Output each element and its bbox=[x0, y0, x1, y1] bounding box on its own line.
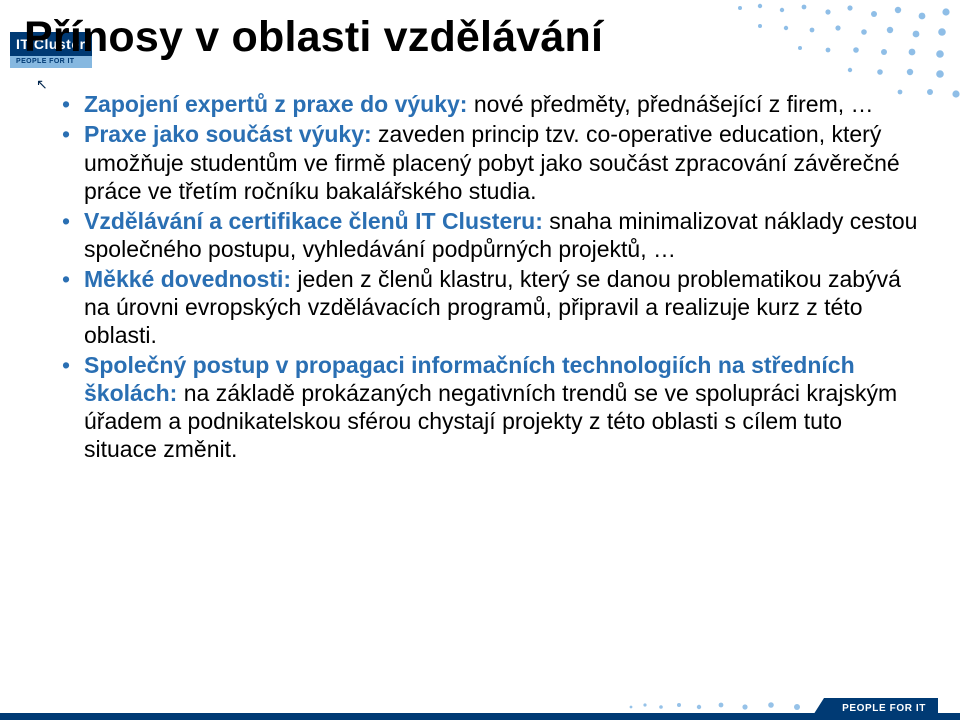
bullet-rest: na základě prokázaných negativních trend… bbox=[84, 380, 897, 462]
bullet-item: Vzdělávání a certifikace členů IT Cluste… bbox=[62, 207, 920, 263]
bullet-list: Zapojení expertů z praxe do výuky: nové … bbox=[62, 90, 920, 463]
bullet-lead: Zapojení expertů z praxe do výuky: bbox=[84, 91, 467, 117]
slide-title: Přínosy v oblasti vzdělávání bbox=[24, 14, 930, 60]
bullet-item: Měkké dovednosti: jeden z členů klastru,… bbox=[62, 265, 920, 349]
decor-dots-footer bbox=[625, 693, 805, 713]
bullet-item: Zapojení expertů z praxe do výuky: nové … bbox=[62, 90, 920, 118]
bullet-lead: Vzdělávání a certifikace členů IT Cluste… bbox=[84, 208, 543, 234]
bullet-lead: Praxe jako součást výuky: bbox=[84, 121, 372, 147]
bullet-rest: nové předměty, přednášející z firem, … bbox=[467, 91, 873, 117]
footer-badge: PEOPLE FOR IT bbox=[824, 698, 938, 720]
bullet-item: Praxe jako součást výuky: zaveden princi… bbox=[62, 120, 920, 204]
slide-content: Přínosy v oblasti vzdělávání Zapojení ex… bbox=[24, 14, 930, 465]
bullet-lead: Měkké dovednosti: bbox=[84, 266, 291, 292]
bullet-item: Společný postup v propagaci informačních… bbox=[62, 351, 920, 463]
footer: PEOPLE FOR IT bbox=[0, 698, 960, 720]
